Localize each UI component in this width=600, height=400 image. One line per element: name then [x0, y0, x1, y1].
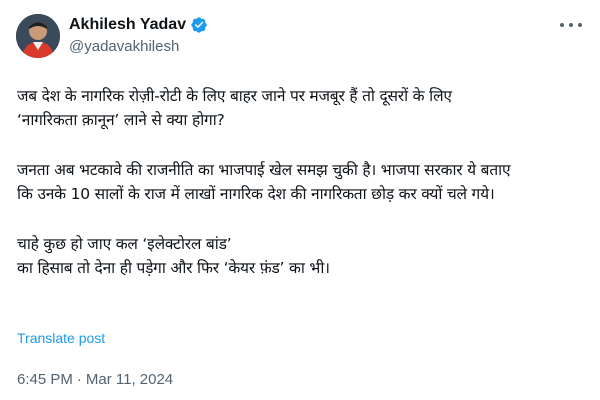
more-dot	[578, 23, 582, 27]
more-dot	[569, 23, 573, 27]
verified-badge-icon[interactable]	[190, 16, 208, 34]
author-handle[interactable]: @yadavakhilesh	[69, 38, 179, 56]
tweet-line: जब देश के नागरिक रोज़ी-रोटी के लिए बाहर …	[17, 87, 452, 105]
tweet-text: जब देश के नागरिक रोज़ी-रोटी के लिए बाहर …	[17, 84, 589, 280]
avatar[interactable]	[16, 14, 60, 58]
tweet-line: चाहे कुछ हो जाए कल ‘इलेक्टोरल बांड’	[17, 235, 232, 253]
author-name-row: Akhilesh Yadav	[69, 14, 208, 36]
tweet-line: का हिसाब तो देना ही पड़ेगा और फिर ‘केयर …	[17, 259, 330, 277]
tweet-line: कि उनके 10 सालों के राज में लाखों नागरिक…	[17, 185, 495, 203]
tweet-card: Akhilesh Yadav @yadavakhilesh जब देश के …	[0, 0, 600, 400]
post-time: 6:45 PM	[17, 371, 73, 388]
post-timestamp[interactable]: 6:45 PM · Mar 11, 2024	[17, 371, 173, 389]
post-date: Mar 11, 2024	[85, 371, 174, 388]
more-dot	[560, 23, 564, 27]
tweet-line: ‘नागरिकता क़ानून’ लाने से क्या होगा?	[17, 111, 225, 129]
profile-photo-icon	[16, 14, 60, 58]
more-options-icon[interactable]	[560, 18, 582, 32]
tweet-paragraph: चाहे कुछ हो जाए कल ‘इलेक्टोरल बांड’ का ह…	[17, 232, 589, 280]
tweet-paragraph: जब देश के नागरिक रोज़ी-रोटी के लिए बाहर …	[17, 84, 589, 132]
meta-separator: ·	[76, 371, 82, 388]
tweet-paragraph: जनता अब भटकावे की राजनीति का भाजपाई खेल …	[17, 158, 589, 206]
tweet-line: जनता अब भटकावे की राजनीति का भाजपाई खेल …	[17, 161, 511, 179]
translate-post-link[interactable]: Translate post	[17, 329, 105, 347]
author-display-name[interactable]: Akhilesh Yadav	[69, 15, 186, 35]
